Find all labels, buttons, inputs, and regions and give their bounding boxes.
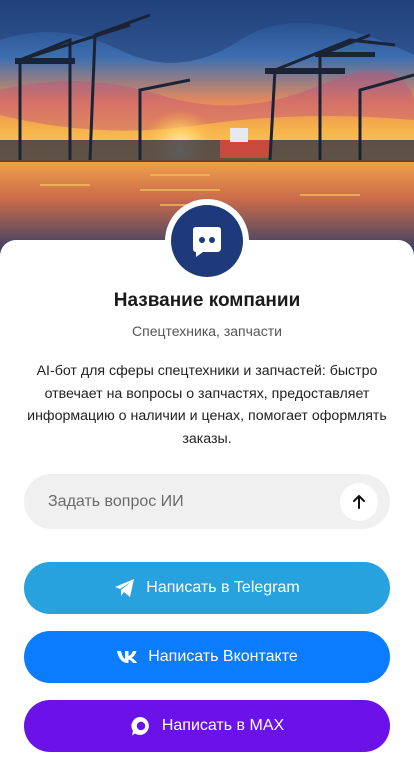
avatar-circle xyxy=(171,205,243,277)
company-name: Название компании xyxy=(113,290,301,311)
telegram-icon xyxy=(114,578,136,598)
max-button-label: Написать в MAX xyxy=(161,717,285,734)
telegram-button[interactable]: Написать в Telegram xyxy=(24,562,390,614)
vk-icon xyxy=(116,650,138,664)
max-icon xyxy=(130,715,152,737)
chat-bot-icon xyxy=(193,227,221,257)
vk-button-label: Написать Вконтакте xyxy=(148,648,298,665)
vk-button[interactable]: Написать Вконтакте xyxy=(24,631,390,683)
company-category: Спецтехника, запчасти xyxy=(132,323,282,339)
telegram-button-label: Написать в Telegram xyxy=(146,579,300,596)
max-button[interactable]: Написать в MAX xyxy=(24,700,390,752)
send-button[interactable] xyxy=(340,482,378,521)
arrow-up-icon xyxy=(353,494,365,509)
avatar xyxy=(165,199,249,283)
ask-ai-input[interactable] xyxy=(48,492,340,511)
company-description: AI-бот для сферы спецтехники и запчастей… xyxy=(27,363,387,447)
ask-ai-field xyxy=(24,474,390,529)
